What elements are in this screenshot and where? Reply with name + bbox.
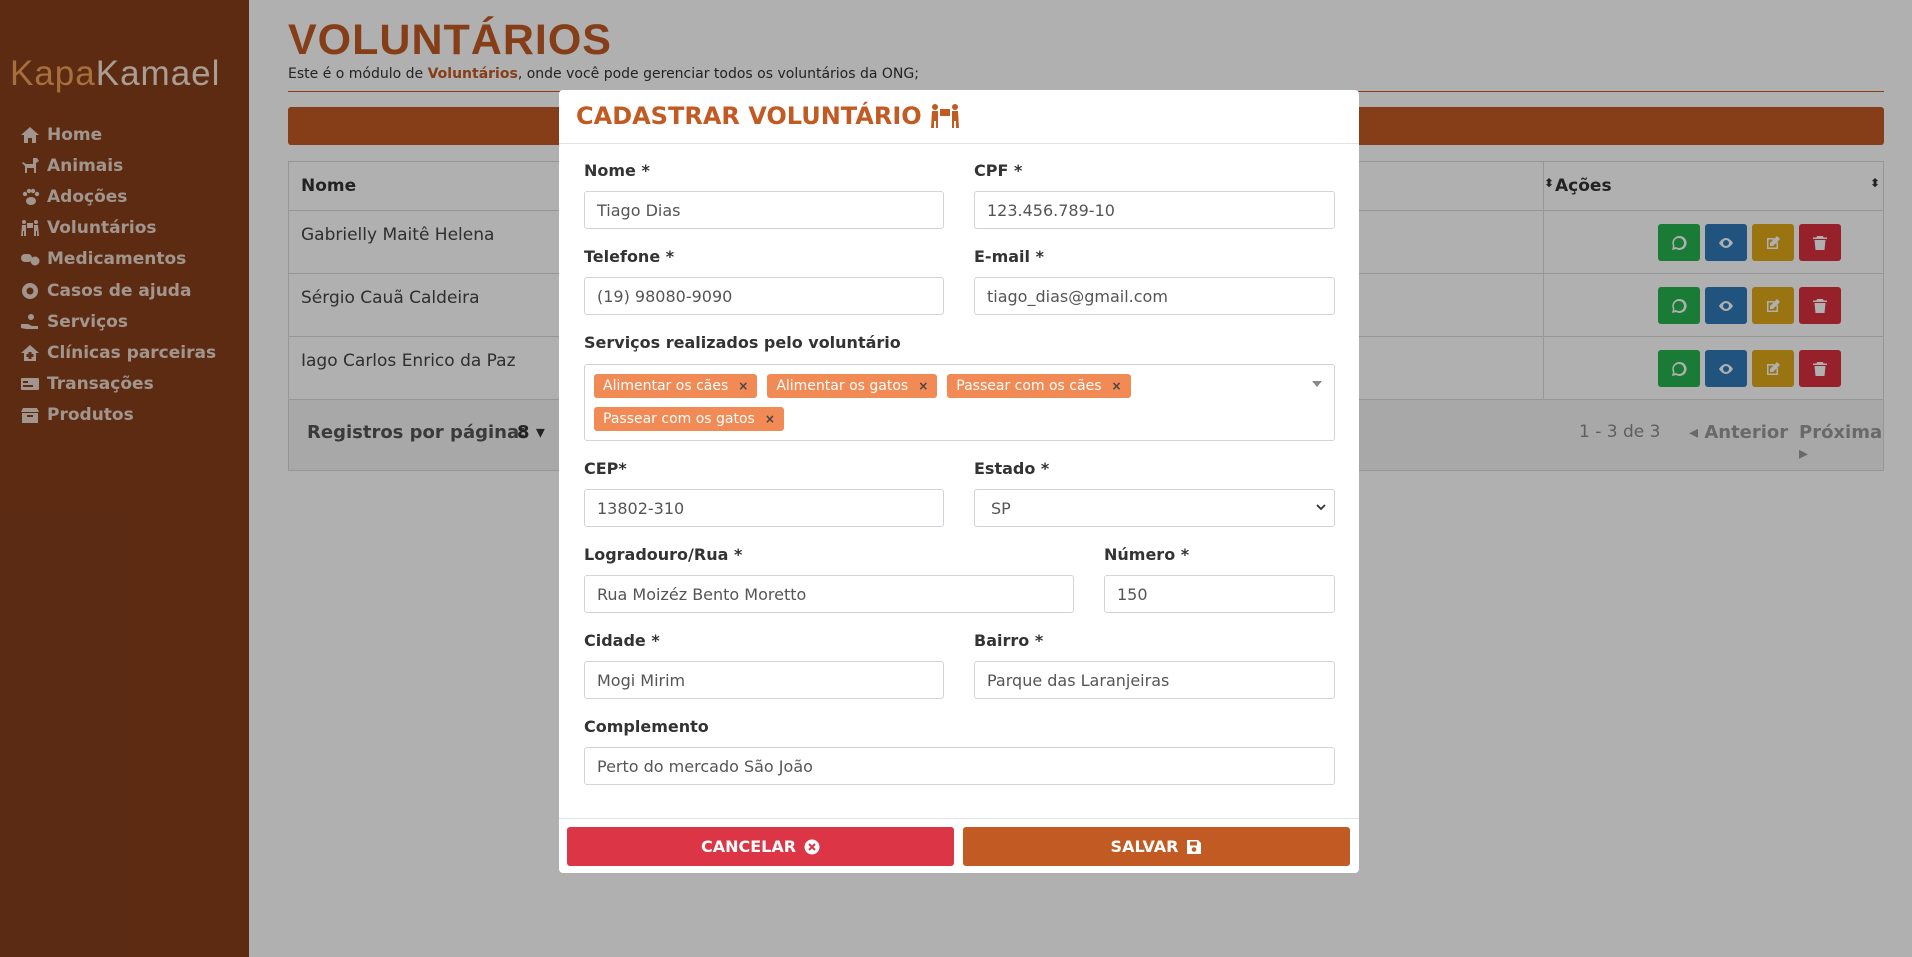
numero-label: Número * [1104, 545, 1190, 564]
estado-label: Estado * [974, 459, 1050, 478]
cpf-input[interactable]: 123.456.789-10 [974, 191, 1335, 229]
telefone-label: Telefone * [584, 247, 675, 266]
tag-chip: Passear com os cães × [947, 374, 1131, 398]
cidade-label: Cidade * [584, 631, 660, 650]
tag-label: Alimentar os gatos [776, 378, 909, 394]
complemento-label: Complemento [584, 717, 709, 736]
nome-label: Nome * [584, 161, 650, 180]
numero-input[interactable]: 150 [1104, 575, 1335, 613]
tag-label: Alimentar os cães [603, 378, 729, 394]
cidade-value: Mogi Mirim [597, 670, 686, 690]
remove-tag-icon[interactable]: × [738, 379, 748, 393]
close-circle-icon [804, 839, 820, 854]
complemento-input[interactable]: Perto do mercado São João [584, 747, 1335, 785]
tag-label: Passear com os gatos [603, 411, 755, 427]
tag-chip: Alimentar os gatos × [767, 374, 938, 398]
cep-label: CEP* [584, 459, 627, 478]
people-carry-icon [930, 104, 959, 128]
bairro-input[interactable]: Parque das Laranjeiras [974, 661, 1335, 699]
save-label: SALVAR [1110, 837, 1179, 856]
bairro-value: Parque das Laranjeiras [987, 670, 1170, 690]
modal-title-text: CADASTRAR VOLUNTÁRIO [576, 102, 922, 130]
email-label: E-mail * [974, 247, 1044, 266]
bairro-label: Bairro * [974, 631, 1044, 650]
selected-tags: Alimentar os cães × Alimentar os gatos × P… [594, 374, 1284, 431]
logradouro-value: Rua Moizéz Bento Moretto [597, 584, 807, 604]
logradouro-input[interactable]: Rua Moizéz Bento Moretto [584, 575, 1074, 613]
tag-chip: Alimentar os cães × [594, 374, 758, 398]
modal-header: CADASTRAR VOLUNTÁRIO [559, 90, 1359, 144]
register-volunteer-modal: CADASTRAR VOLUNTÁRIO Nome * Tiago Dias C… [559, 90, 1359, 873]
save-icon [1187, 839, 1202, 854]
save-button[interactable]: SALVAR [963, 827, 1350, 866]
logradouro-label: Logradouro/Rua * [584, 545, 743, 564]
complemento-value: Perto do mercado São João [597, 756, 813, 776]
email-value: tiago_dias@gmail.com [987, 286, 1168, 306]
numero-value: 150 [1117, 584, 1148, 604]
remove-tag-icon[interactable]: × [918, 379, 928, 393]
email-input[interactable]: tiago_dias@gmail.com [974, 277, 1335, 315]
nome-input[interactable]: Tiago Dias [584, 191, 944, 229]
remove-tag-icon[interactable]: × [1112, 379, 1122, 393]
cpf-value: 123.456.789-10 [987, 200, 1115, 220]
estado-select[interactable]: SP [974, 489, 1335, 527]
servicos-multiselect[interactable]: Alimentar os cães × Alimentar os gatos × P… [584, 364, 1335, 441]
nome-value: Tiago Dias [597, 200, 681, 220]
tag-label: Passear com os cães [956, 378, 1102, 394]
modal-title: CADASTRAR VOLUNTÁRIO [576, 102, 960, 130]
remove-tag-icon[interactable]: × [765, 412, 775, 426]
tag-chip: Passear com os gatos × [594, 407, 784, 431]
servicos-label: Serviços realizados pelo voluntário [584, 333, 901, 352]
modal-footer: CANCELAR SALVAR [559, 818, 1359, 873]
cancel-button[interactable]: CANCELAR [567, 827, 954, 866]
cidade-input[interactable]: Mogi Mirim [584, 661, 944, 699]
chevron-down-icon [1316, 504, 1326, 511]
cancel-label: CANCELAR [700, 837, 797, 856]
telefone-input[interactable]: (19) 98080-9090 [584, 277, 944, 315]
chevron-down-icon[interactable] [1312, 381, 1322, 387]
estado-value: SP [991, 498, 1011, 518]
cpf-label: CPF * [974, 161, 1023, 180]
cep-input[interactable]: 13802-310 [584, 489, 944, 527]
cep-value: 13802-310 [597, 498, 685, 518]
telefone-value: (19) 98080-9090 [597, 286, 733, 306]
